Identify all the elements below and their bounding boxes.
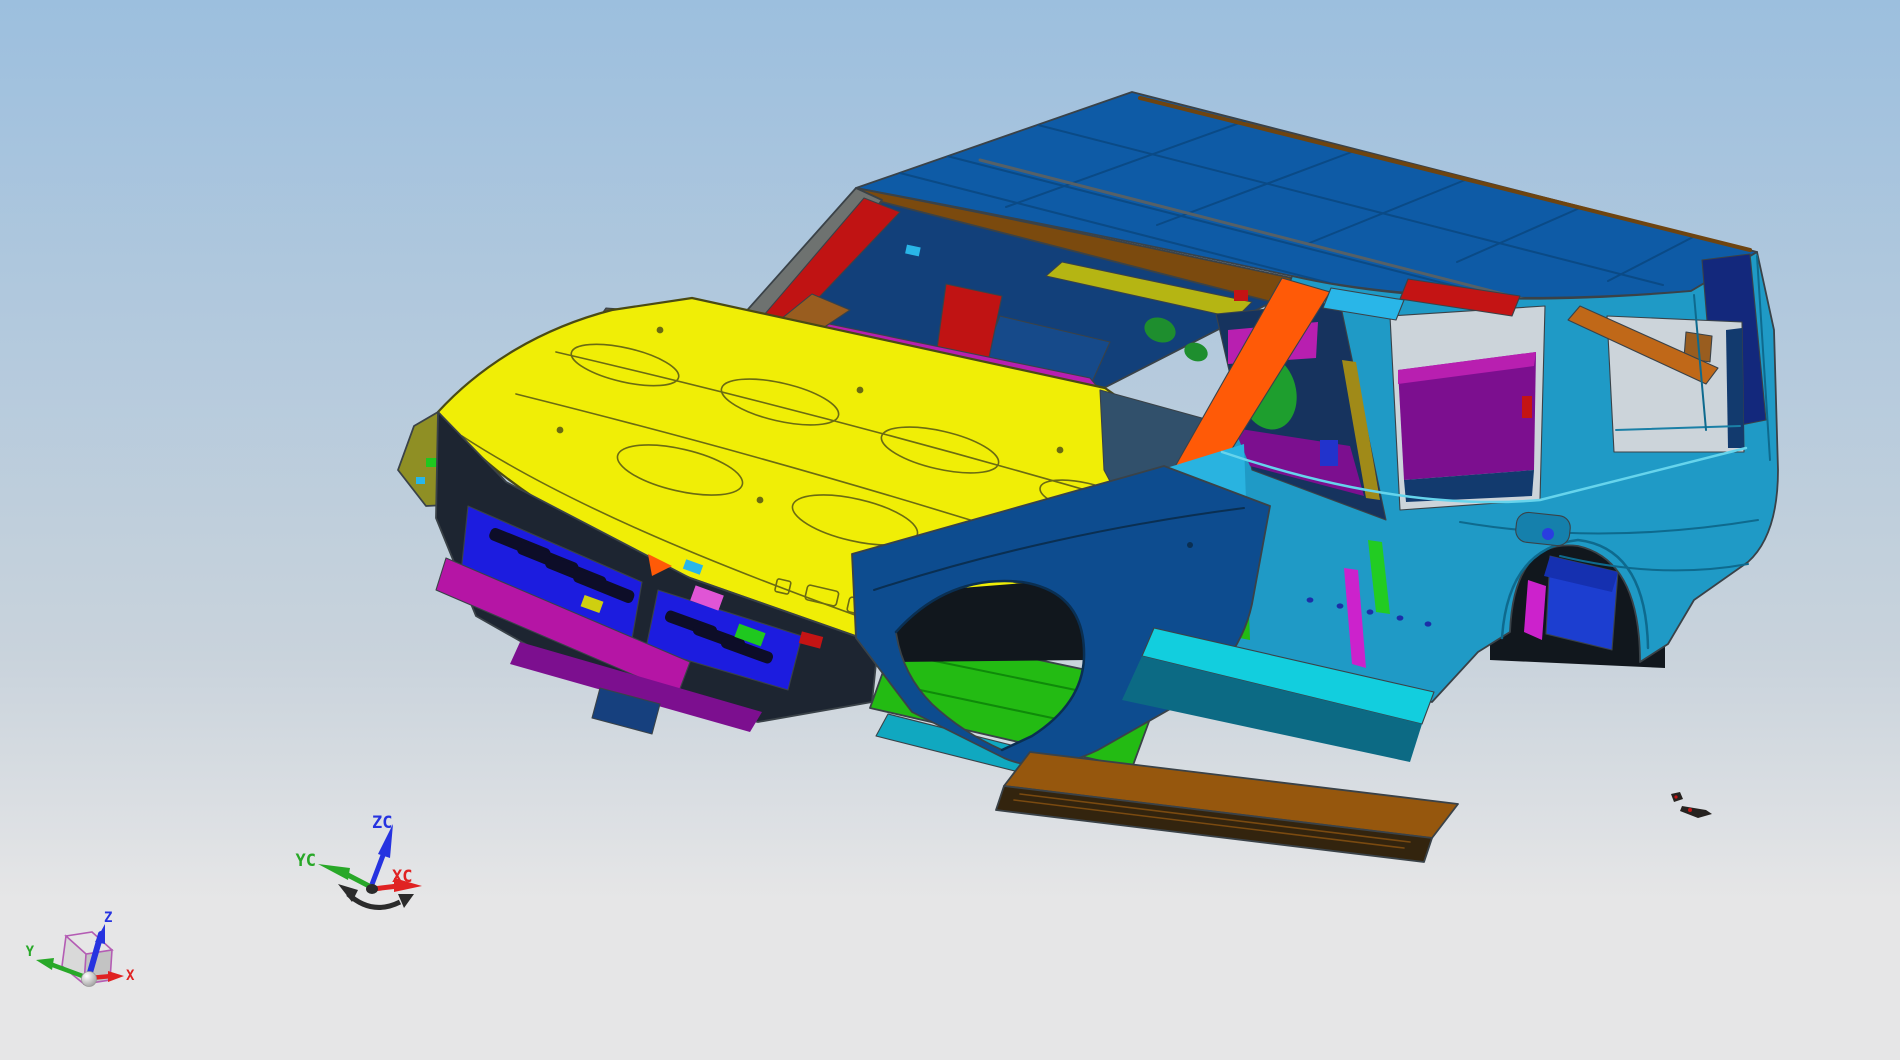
door-handle-dot[interactable] — [1542, 528, 1554, 540]
loose-part-red-dot — [1674, 795, 1678, 799]
weld-dot — [1366, 609, 1374, 615]
weld-dot — [1424, 621, 1432, 627]
weld-dot — [1336, 603, 1344, 609]
weld-dot — [1396, 615, 1404, 621]
cube-y-label[interactable]: Y — [26, 944, 35, 960]
quarter-window-navy-strip[interactable] — [1726, 328, 1744, 448]
b-pillar-blue-box[interactable] — [1320, 440, 1338, 466]
cowl-cyan-clip[interactable] — [416, 477, 425, 484]
cad-viewport[interactable]: ZC YC XC Z Y X — [0, 0, 1900, 1060]
interior-red-clip[interactable] — [1234, 290, 1248, 301]
loose-part-red-dot-2 — [1688, 808, 1692, 812]
cube-z-label[interactable]: Z — [104, 910, 112, 926]
hood-bolt — [656, 326, 664, 334]
wcs-x-label[interactable]: XC — [392, 867, 412, 887]
door-handle-pocket[interactable] — [1515, 511, 1572, 547]
hood-bolt — [1056, 446, 1064, 454]
cube-x-label[interactable]: X — [126, 968, 135, 984]
wcs-z-label[interactable]: ZC — [372, 813, 392, 833]
wcs-y-label[interactable]: YC — [296, 851, 316, 871]
hood-bolt — [556, 426, 564, 434]
cube-origin-sphere[interactable] — [81, 971, 97, 987]
wcs-origin-handle[interactable] — [366, 884, 378, 894]
fender-bolt — [1187, 542, 1193, 548]
hood-bolt — [856, 386, 864, 394]
graphics-window[interactable]: ZC YC XC Z Y X — [0, 0, 1900, 1060]
rear-window-red-bit[interactable] — [1522, 396, 1532, 418]
door-handle-recess[interactable] — [1515, 511, 1572, 547]
hood-bolt — [756, 496, 764, 504]
weld-dot — [1306, 597, 1314, 603]
